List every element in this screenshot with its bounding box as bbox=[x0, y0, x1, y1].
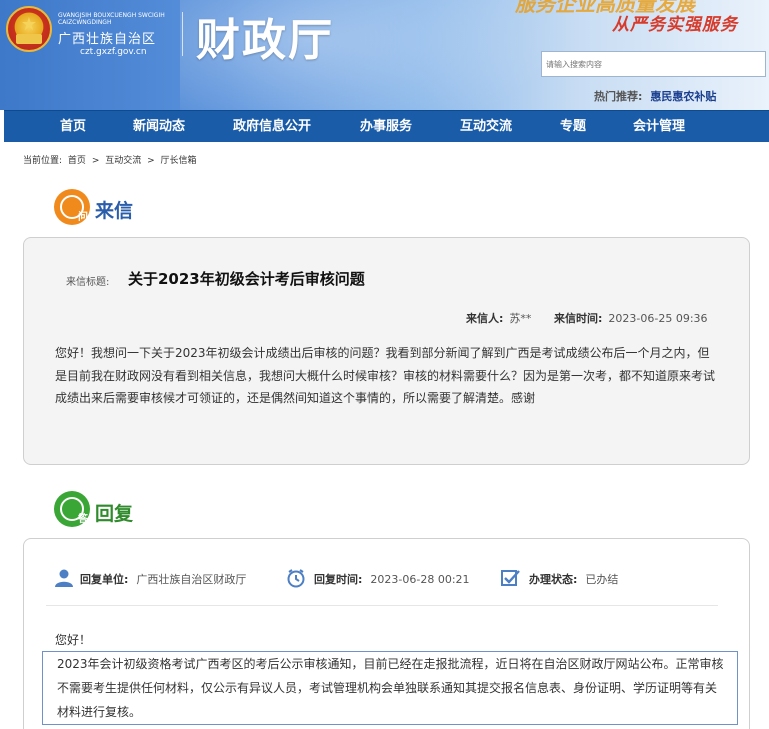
reply-unit-value: 广西壮族自治区财政厅 bbox=[136, 573, 247, 586]
nav-accounting[interactable]: 会计管理 bbox=[633, 111, 685, 143]
letter-time-label: 来信时间: bbox=[554, 312, 603, 325]
site-title[interactable]: 财政厅 bbox=[196, 4, 334, 68]
reply-time: 回复时间: 2023-06-28 00:21 bbox=[314, 571, 470, 587]
letter-box: 来信标题: 关于2023年初级会计考后审核问题 来信人: 苏** 来信时间: 202… bbox=[23, 237, 750, 465]
nav-interaction[interactable]: 互动交流 bbox=[460, 111, 512, 143]
reply-section-title: 回复 bbox=[95, 503, 134, 525]
clock-icon bbox=[287, 569, 305, 588]
letter-title-label: 来信标题: bbox=[66, 277, 110, 288]
letter-time-value: 2023-06-25 09:36 bbox=[608, 312, 708, 325]
nav-services[interactable]: 办事服务 bbox=[360, 111, 412, 143]
hot-recommend: 热门推荐: 惠民惠农补贴 bbox=[594, 88, 716, 104]
nav-news[interactable]: 新闻动态 bbox=[133, 111, 185, 143]
region-name: 广西壮族自治区 bbox=[58, 32, 157, 47]
letter-sender: 来信人: 苏** bbox=[466, 310, 531, 326]
reply-unit-label: 回复单位: bbox=[80, 573, 129, 586]
breadcrumb-interaction[interactable]: 互动交流 bbox=[105, 156, 141, 166]
site-domain: czt.gxzf.gov.cn bbox=[80, 47, 147, 57]
hot-label: 热门推荐: bbox=[594, 90, 643, 103]
letter-title: 关于2023年初级会计考后审核问题 bbox=[128, 270, 365, 288]
reply-body: 2023年会计初级资格考试广西考区的考后公示审核通知，目前已经在走报批流程，近日… bbox=[42, 651, 738, 725]
reply-box: 回复单位: 广西壮族自治区财政厅 回复时间: 2023-06-28 00:21 办理… bbox=[23, 538, 750, 729]
slogan-main: 从严务实强服务 bbox=[612, 15, 738, 35]
reply-status: 办理状态: 已办结 bbox=[529, 571, 618, 587]
letter-section-title: 来信 bbox=[95, 200, 134, 222]
sender-value: 苏** bbox=[509, 312, 532, 325]
user-icon bbox=[55, 569, 73, 587]
answer-icon: 答 bbox=[54, 491, 90, 527]
letter-body: 您好！我想问一下关于2023年初级会计成绩出后审核的问题？我看到部分新闻了解到广… bbox=[55, 346, 716, 405]
breadcrumb-home[interactable]: 首页 bbox=[68, 156, 86, 166]
breadcrumb-mailbox[interactable]: 厅长信箱 bbox=[161, 156, 197, 166]
hot-link[interactable]: 惠民惠农补贴 bbox=[650, 90, 716, 103]
national-emblem-icon[interactable]: ★ bbox=[6, 6, 52, 52]
breadcrumb: 当前位置: 首页 > 互动交流 > 厅长信箱 bbox=[23, 153, 200, 166]
sender-label: 来信人: bbox=[466, 312, 504, 325]
main-nav: 首页 新闻动态 政府信息公开 办事服务 互动交流 专题 会计管理 bbox=[4, 110, 769, 142]
letter-time: 来信时间: 2023-06-25 09:36 bbox=[554, 310, 708, 326]
reply-time-label: 回复时间: bbox=[314, 573, 363, 586]
header-divider bbox=[182, 12, 183, 56]
nav-home[interactable]: 首页 bbox=[60, 111, 86, 143]
nav-topics[interactable]: 专题 bbox=[560, 111, 586, 143]
reply-status-label: 办理状态: bbox=[529, 573, 578, 586]
reply-unit: 回复单位: 广西壮族自治区财政厅 bbox=[80, 571, 246, 587]
question-icon: 问 bbox=[54, 189, 90, 225]
reply-greeting: 您好！ bbox=[55, 633, 92, 647]
reply-divider bbox=[46, 605, 718, 606]
breadcrumb-sep: > bbox=[147, 156, 155, 166]
breadcrumb-sep: > bbox=[91, 156, 100, 166]
site-header: ★ GVANGJSIH BOUXCUENGH SWCIGIH CAIZCWNGD… bbox=[0, 0, 769, 110]
reply-time-value: 2023-06-28 00:21 bbox=[370, 573, 470, 586]
reply-status-value: 已办结 bbox=[585, 573, 619, 586]
region-pinyin: GVANGJSIH BOUXCUENGH SWCIGIH CAIZCWNGDIN… bbox=[58, 12, 165, 26]
check-status-icon bbox=[501, 570, 520, 586]
breadcrumb-label: 当前位置: bbox=[23, 156, 63, 166]
nav-gov-info[interactable]: 政府信息公开 bbox=[233, 111, 311, 143]
search-input[interactable] bbox=[541, 51, 766, 77]
